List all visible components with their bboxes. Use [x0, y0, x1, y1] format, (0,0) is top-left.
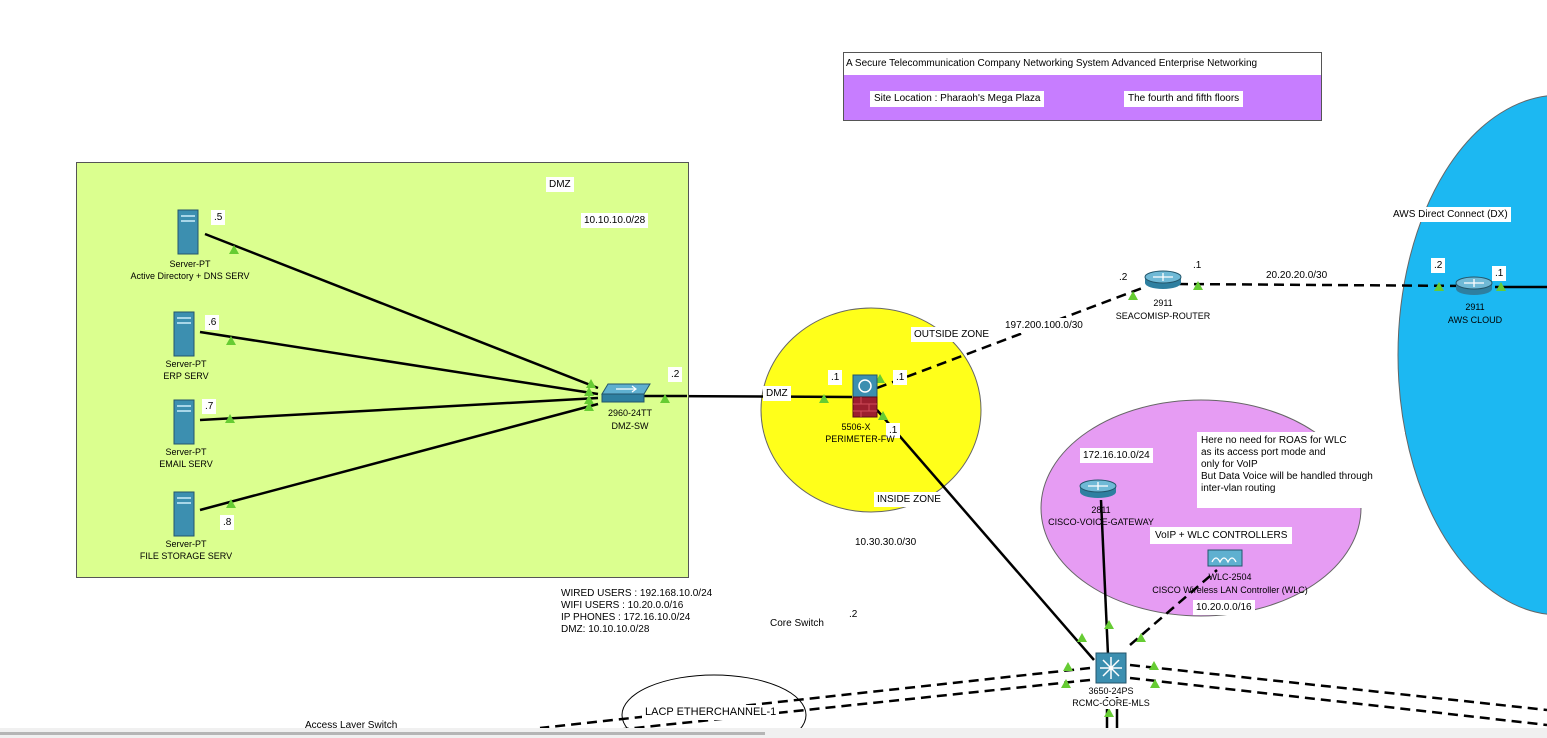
core-name-label: RCMC-CORE-MLS	[1056, 698, 1166, 709]
firewall-icon[interactable]	[852, 374, 878, 418]
router-icon[interactable]	[1455, 276, 1493, 295]
server-name-label: FILE STORAGE SERV	[139, 551, 233, 561]
aws-model-label: 2911	[1465, 302, 1485, 312]
aws-name-label: AWS CLOUD	[1447, 315, 1503, 325]
core-model-label: 3650-24PS	[1076, 686, 1146, 697]
server-model-label: Server-PT	[165, 539, 207, 549]
firewall-name-label: PERIMETER-FW	[825, 434, 895, 444]
server-model-label: Server-PT	[169, 259, 211, 269]
floors-label: The fourth and fifth floors	[1124, 91, 1244, 107]
horizontal-scrollbar[interactable]	[0, 728, 1547, 738]
summary-line: WIFI USERS : 10.20.0.0/16	[561, 600, 684, 611]
firewall-outside-ip-label: .1	[893, 370, 908, 385]
server-name-label: Active Directory + DNS SERV	[130, 271, 250, 281]
summary-line: IP PHONES : 172.16.10.0/24	[561, 612, 691, 623]
router-icon[interactable]	[1079, 479, 1117, 498]
wlc-note-text: Here no need for ROAS for WLC as its acc…	[1197, 432, 1405, 508]
server-name-label: ERP SERV	[163, 371, 209, 381]
voip-controllers-label: VoIP + WLC CONTROLLERS	[1150, 527, 1293, 544]
server-model-label: Server-PT	[165, 359, 207, 369]
summary-line: WIRED USERS : 192.168.10.0/24	[561, 588, 713, 599]
isp-right-ip-label: .1	[1190, 258, 1205, 273]
router-icon[interactable]	[1144, 270, 1182, 289]
server-model-label: Server-PT	[165, 447, 207, 457]
scrollbar-thumb[interactable]	[0, 732, 765, 735]
wlc-subnet-label: 10.20.0.0/16	[1193, 600, 1255, 615]
voice-gateway-subnet-label: 172.16.10.0/24	[1080, 448, 1153, 463]
voice-gateway-model-label: 2811	[1091, 505, 1111, 515]
aws-cloud-zone	[1397, 95, 1547, 615]
inside-subnet-label: 10.30.30.0/30	[852, 535, 920, 550]
switch-name-label: DMZ-SW	[611, 421, 649, 431]
core-switch-label: Core Switch	[767, 616, 827, 631]
isp-link-subnet-label: 197.200.100.0/30	[1002, 318, 1086, 333]
wlc-model-label: WLC-2504	[1208, 572, 1252, 582]
inside-zone-label: INSIDE ZONE	[874, 492, 944, 507]
switch-model-label: 2960-24TT	[607, 408, 653, 418]
dmz-zone-label: DMZ	[546, 177, 574, 192]
wireless-controller-icon[interactable]	[1207, 549, 1243, 567]
subnet-summary: WIRED USERS : 192.168.10.0/24 WIFI USERS…	[557, 585, 741, 647]
server-ip-label: .7	[202, 399, 217, 414]
server-ip-label: .6	[205, 315, 220, 330]
switch-ip-label: .2	[668, 367, 683, 382]
dmz-link-label: DMZ	[763, 386, 791, 401]
site-location-label: Site Location : Pharaoh's Mega Plaza	[870, 91, 1045, 107]
aws-left-ip-label: .2	[1431, 258, 1446, 273]
aws-right-ip-label: .1	[1492, 266, 1507, 281]
lacp-etherchannel-label: LACP ETHERCHANNEL-1	[642, 705, 780, 720]
dmz-subnet-label: 10.10.10.0/28	[581, 213, 649, 228]
summary-line: DMZ: 10.10.10.0/28	[561, 624, 650, 635]
isp-left-ip-label: .2	[1116, 270, 1131, 285]
server-name-label: EMAIL SERV	[159, 459, 213, 469]
title-banner: A Secure Telecommunication Company Netwo…	[843, 52, 1322, 121]
core-switch-ip-label: .2	[846, 607, 861, 622]
diagram-title: A Secure Telecommunication Company Netwo…	[844, 53, 1321, 75]
isp-uplink-subnet-label: 20.20.20.0/30	[1263, 268, 1331, 283]
firewall-dmz-ip-label: .1	[828, 370, 843, 385]
firewall-model-label: 5506-X	[841, 422, 871, 432]
voice-gateway-name-label: CISCO-VOICE-GATEWAY	[1048, 517, 1154, 527]
isp-model-label: 2911	[1153, 298, 1173, 308]
wlc-name-label: CISCO Wireless LAN Controller (WLC)	[1152, 585, 1308, 595]
aws-direct-connect-label: AWS Direct Connect (DX)	[1390, 207, 1511, 222]
isp-name-label: SEACOMISP-ROUTER	[1115, 311, 1211, 321]
multilayer-switch-icon[interactable]	[1095, 652, 1127, 684]
outside-zone-label: OUTSIDE ZONE	[911, 327, 993, 342]
server-ip-label: .5	[211, 210, 226, 225]
server-ip-label: .8	[220, 515, 235, 530]
